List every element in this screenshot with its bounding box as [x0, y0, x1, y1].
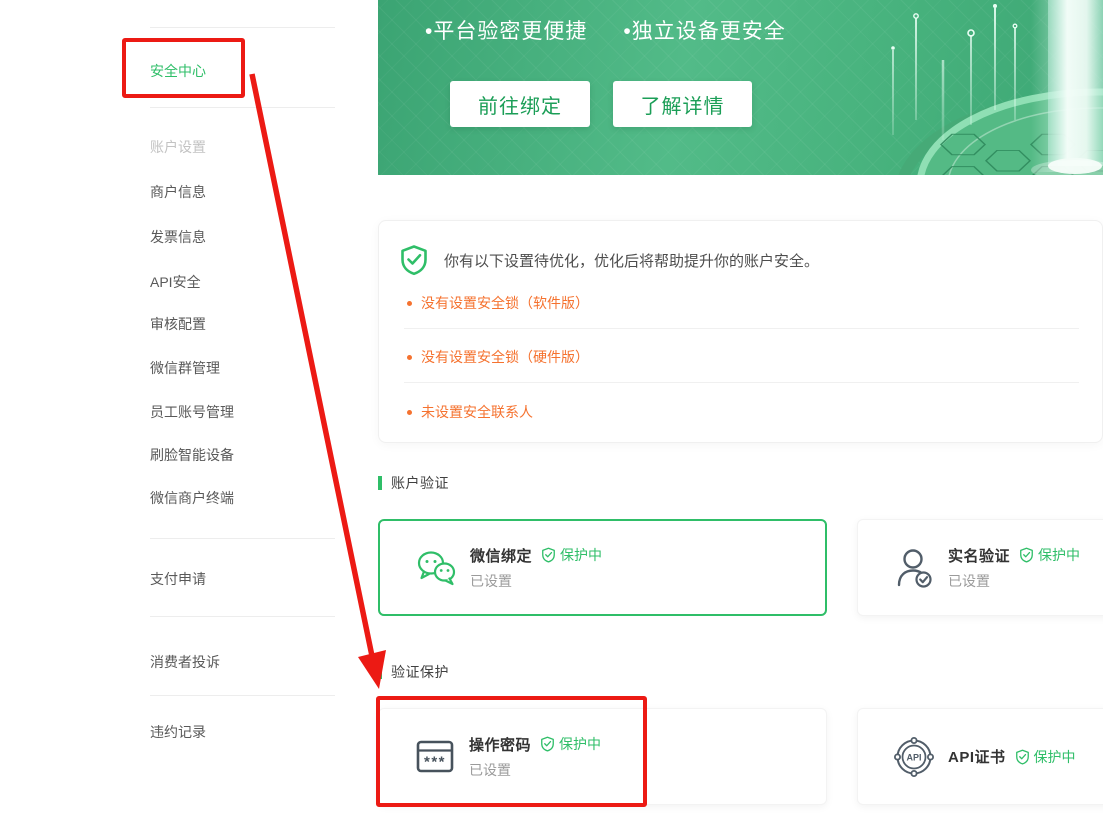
sidebar-item-consumer-complaints[interactable]: 消费者投诉 — [150, 652, 220, 672]
sidebar-divider — [150, 695, 335, 696]
sidebar-item-security-center[interactable]: 安全中心 — [150, 61, 206, 81]
status-text: 保护中 — [559, 734, 601, 754]
status-text: 保护中 — [1034, 747, 1076, 767]
shield-check-icon — [1015, 749, 1030, 765]
card-text-block: 实名验证 保护中 已设置 — [948, 520, 1080, 615]
status-text: 保护中 — [1038, 545, 1080, 565]
security-center-page: 安全中心 账户设置 商户信息 发票信息 API安全 审核配置 微信群管理 员工账… — [0, 0, 1103, 827]
card-subtitle: 已设置 — [948, 571, 1080, 591]
bullet-dot — [407, 301, 412, 306]
sidebar-item-staff-accounts[interactable]: 员工账号管理 — [150, 402, 234, 422]
learn-more-button[interactable]: 了解详情 — [613, 81, 752, 127]
section-title: 验证保护 — [391, 662, 449, 682]
card-api-certificate[interactable]: API API证书 保护中 — [857, 708, 1103, 805]
section-verification-protection: 验证保护 — [378, 663, 449, 681]
section-accent-bar — [378, 476, 382, 490]
optimize-heading-row: 你有以下设置待优化，优化后将帮助提升你的账户安全。 — [399, 244, 819, 276]
shield-check-icon — [399, 244, 429, 276]
card-title: 微信绑定 — [470, 545, 532, 566]
protection-status-badge: 保护中 — [1019, 545, 1080, 565]
sidebar-item-face-devices[interactable]: 刷脸智能设备 — [150, 445, 234, 465]
shield-check-icon — [1019, 547, 1034, 563]
password-icon: *** — [412, 709, 458, 804]
section-accent-bar — [378, 665, 382, 679]
optimize-item-safelock-software[interactable]: 没有设置安全锁（软件版） — [421, 294, 589, 312]
card-title: 实名验证 — [948, 545, 1010, 566]
person-check-icon — [891, 520, 937, 615]
sidebar-item-invoice-info[interactable]: 发票信息 — [150, 227, 206, 247]
go-bind-button[interactable]: 前往绑定 — [450, 81, 590, 127]
sidebar-item-merchant-terminal[interactable]: 微信商户终端 — [150, 488, 234, 508]
sidebar-item-review-config[interactable]: 审核配置 — [150, 314, 206, 334]
shield-check-icon — [541, 547, 556, 563]
security-platform-illustration — [843, 0, 1103, 175]
banner-headline: •平台验密更便捷 •独立设备更安全 — [425, 15, 786, 45]
sidebar-item-payment-apply[interactable]: 支付申请 — [150, 569, 206, 589]
password-stars-text: *** — [424, 754, 446, 771]
optimize-heading-text: 你有以下设置待优化，优化后将帮助提升你的账户安全。 — [444, 250, 819, 271]
promo-banner: •平台验密更便捷 •独立设备更安全 前往绑定 了解详情 — [378, 0, 1103, 175]
sidebar-item-wechat-group[interactable]: 微信群管理 — [150, 358, 220, 378]
bullet-dot — [407, 410, 412, 415]
protection-status-badge: 保护中 — [540, 734, 601, 754]
shield-check-icon — [540, 736, 555, 752]
optimize-item-safety-contact[interactable]: 未设置安全联系人 — [421, 403, 533, 421]
optimize-item-safelock-hardware[interactable]: 没有设置安全锁（硬件版） — [421, 348, 589, 366]
card-operation-password[interactable]: *** 操作密码 保护中 已设置 — [378, 708, 827, 805]
wechat-icon — [413, 521, 459, 614]
sidebar-item-violation-records[interactable]: 违约记录 — [150, 722, 206, 742]
card-title: API证书 — [948, 746, 1006, 767]
panel-divider — [404, 382, 1079, 383]
section-account-verification: 账户验证 — [378, 474, 449, 492]
security-optimize-panel: 你有以下设置待优化，优化后将帮助提升你的账户安全。 没有设置安全锁（软件版） 没… — [378, 220, 1103, 443]
card-text-block: API证书 保护中 — [948, 709, 1076, 804]
card-text-block: 操作密码 保护中 已设置 — [469, 709, 601, 804]
card-text-block: 微信绑定 保护中 已设置 — [470, 521, 602, 614]
api-icon-text: API — [906, 752, 921, 762]
sidebar-item-merchant-info[interactable]: 商户信息 — [150, 182, 206, 202]
sidebar-divider — [150, 27, 335, 28]
protection-status-badge: 保护中 — [541, 545, 602, 565]
sidebar-divider — [150, 616, 335, 617]
protection-status-badge: 保护中 — [1015, 747, 1076, 767]
panel-divider — [404, 328, 1079, 329]
banner-bullet-1: •平台验密更便捷 — [425, 15, 587, 45]
card-subtitle: 已设置 — [469, 760, 601, 780]
bullet-dot — [407, 355, 412, 360]
sidebar: 安全中心 账户设置 商户信息 发票信息 API安全 审核配置 微信群管理 员工账… — [0, 0, 360, 827]
sidebar-item-api-security[interactable]: API安全 — [150, 272, 201, 292]
card-realname-verification[interactable]: 实名验证 保护中 已设置 — [857, 519, 1103, 616]
api-cert-icon: API — [891, 709, 937, 804]
card-title: 操作密码 — [469, 734, 531, 755]
sidebar-item-account-settings[interactable]: 账户设置 — [150, 137, 206, 157]
card-subtitle: 已设置 — [470, 571, 602, 591]
section-title: 账户验证 — [391, 473, 449, 493]
status-text: 保护中 — [560, 545, 602, 565]
card-wechat-binding[interactable]: 微信绑定 保护中 已设置 — [378, 519, 827, 616]
sidebar-divider — [150, 107, 335, 108]
sidebar-divider — [150, 538, 335, 539]
banner-bullet-2: •独立设备更安全 — [623, 15, 785, 45]
